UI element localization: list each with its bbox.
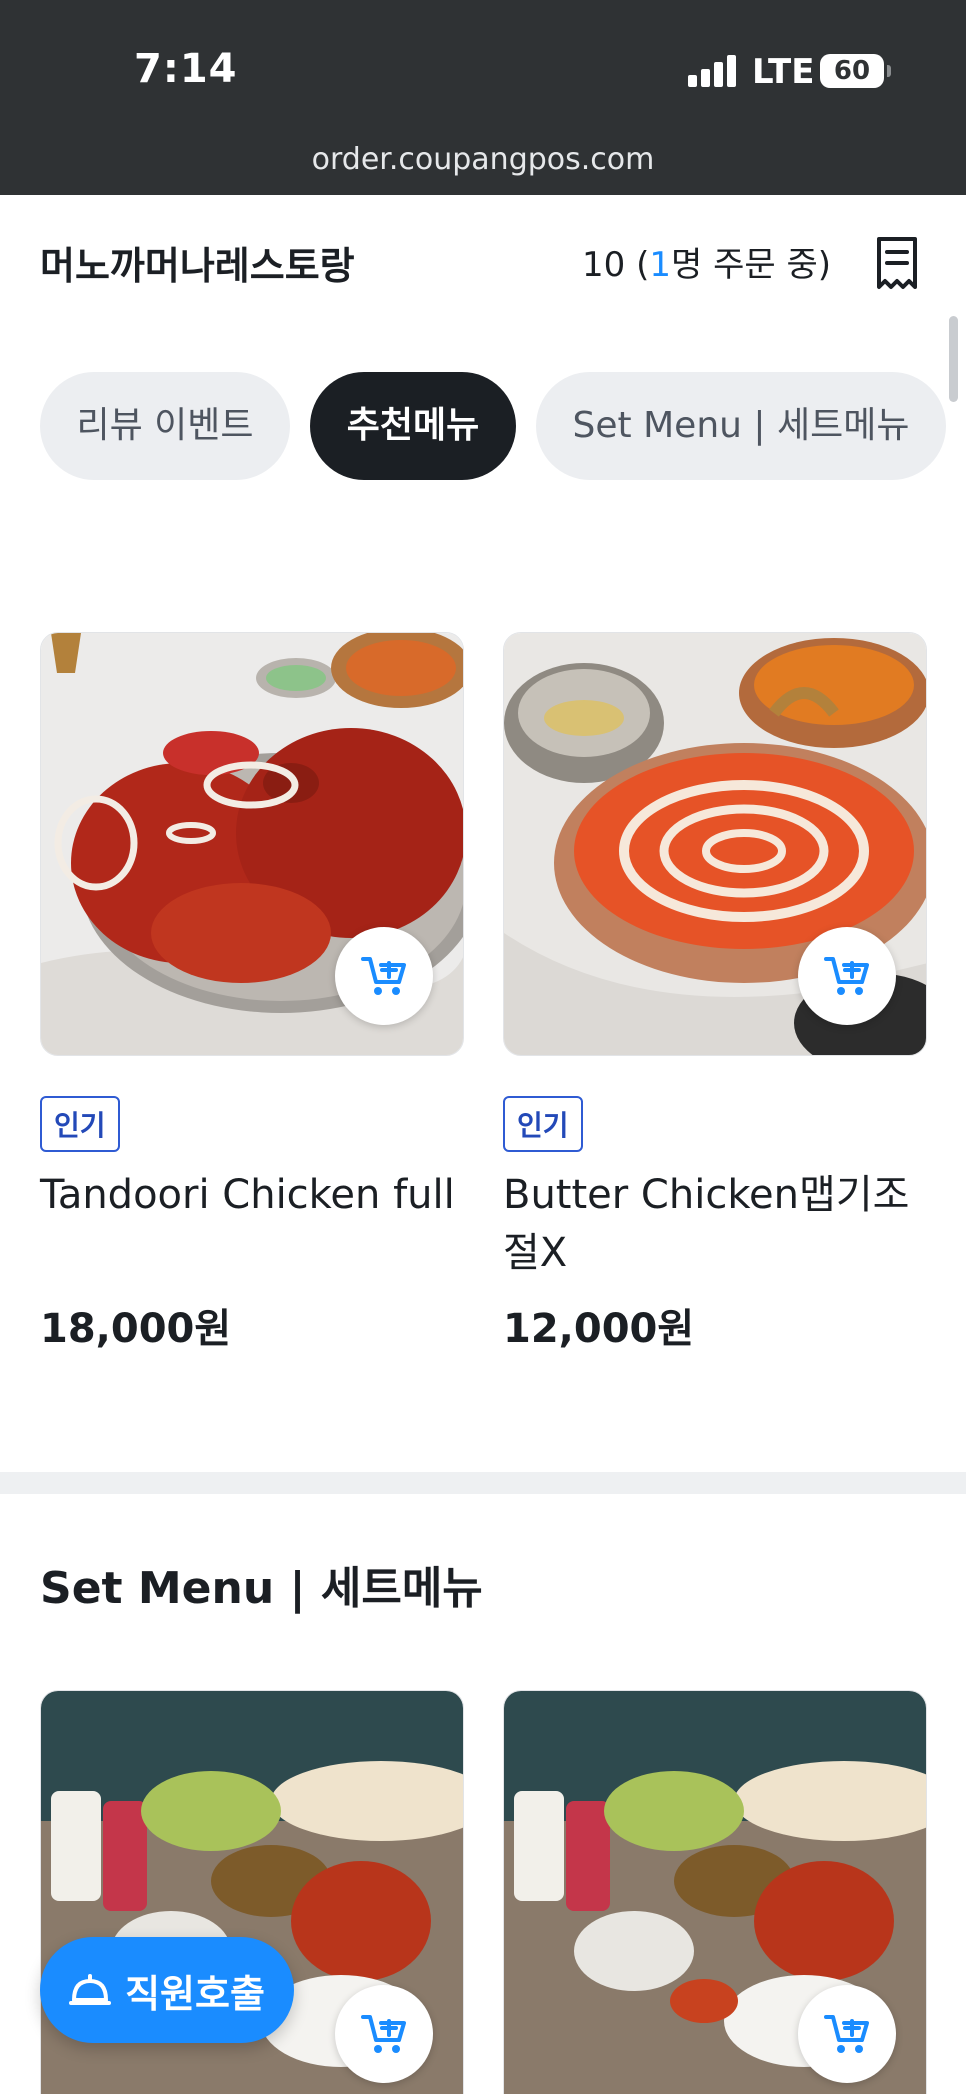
menu-item-price: 12,000원 — [503, 1306, 695, 1352]
clock: 7:14 — [134, 46, 238, 92]
menu-item-name[interactable]: Butter Chicken맵기조절X — [503, 1166, 933, 1282]
add-to-cart-button[interactable] — [798, 1985, 896, 2083]
table-number: 10 ( — [582, 245, 650, 285]
staff-call-button[interactable]: 직원호출 — [40, 1937, 294, 2043]
receipt-icon[interactable] — [874, 235, 920, 291]
add-to-cart-button[interactable] — [798, 927, 896, 1025]
menu-card[interactable] — [503, 1690, 927, 2094]
menu-item-price: 18,000원 — [40, 1306, 232, 1352]
staff-call-label: 직원호출 — [125, 1971, 265, 2016]
add-to-cart-button[interactable] — [335, 1985, 433, 2083]
set-menu-photo[interactable] — [503, 1690, 927, 2094]
tab-recommended[interactable]: 추천메뉴 — [310, 372, 516, 480]
ordering-count: 1 — [649, 245, 671, 285]
popular-badge: 인기 — [40, 1096, 120, 1152]
category-tabs: 리뷰 이벤트 추천메뉴 Set Menu | 세트메뉴 — [40, 372, 966, 480]
network-type: LTE — [752, 52, 815, 92]
battery-icon: 60 — [820, 54, 891, 88]
tab-set-menu[interactable]: Set Menu | 세트메뉴 — [536, 372, 946, 480]
cart-plus-icon — [824, 2015, 869, 2053]
ordering-suffix: 명 주문 중) — [670, 245, 831, 285]
cart-plus-icon — [361, 957, 406, 995]
status-bar: 7:14 LTE 60 order.coupangpos.com — [0, 0, 966, 195]
tab-review-event[interactable]: 리뷰 이벤트 — [40, 372, 290, 480]
service-bell-icon — [69, 1974, 112, 2005]
popular-badge: 인기 — [503, 1096, 583, 1152]
add-to-cart-button[interactable] — [335, 927, 433, 1025]
menu-item-name[interactable]: Tandoori Chicken full — [40, 1166, 470, 1224]
tandoori-chicken-photo[interactable] — [40, 632, 464, 1056]
signal-icon — [688, 55, 738, 87]
store-name: 머노까머나레스토랑 — [40, 244, 355, 288]
menu-card[interactable] — [40, 632, 464, 1056]
section-divider — [0, 1472, 966, 1494]
menu-card[interactable] — [503, 632, 927, 1056]
cart-plus-icon — [361, 2015, 406, 2053]
butter-chicken-photo[interactable] — [503, 632, 927, 1056]
address-bar-url[interactable]: order.coupangpos.com — [0, 142, 966, 177]
section-title-set-menu: Set Menu | 세트메뉴 — [40, 1563, 483, 1614]
table-order-status: 10 (1명 주문 중) — [582, 237, 831, 286]
store-header: 머노까머나레스토랑 10 (1명 주문 중) — [0, 195, 966, 325]
cart-plus-icon — [824, 957, 869, 995]
